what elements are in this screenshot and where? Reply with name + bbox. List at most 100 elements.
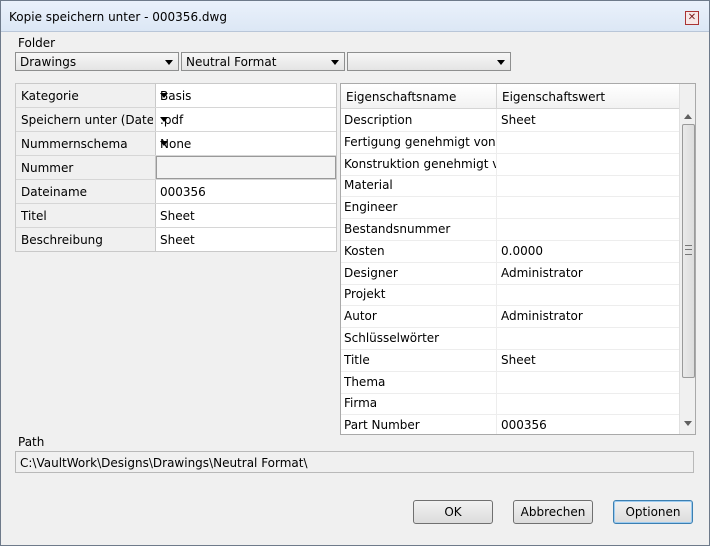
grid-row-kategorie: Kategorie Basis: [16, 84, 336, 108]
property-row[interactable]: Schlüsselwörter: [341, 327, 679, 350]
column-header-name[interactable]: Eigenschaftsname: [341, 84, 497, 108]
nummer-input: [156, 156, 336, 179]
property-value: Sheet: [501, 352, 536, 367]
cancel-button[interactable]: Abbrechen: [513, 500, 593, 524]
column-header-value-label[interactable]: Eigenschaftswert: [502, 90, 605, 104]
property-row[interactable]: Material: [341, 174, 679, 198]
property-value: 0.0000: [501, 243, 543, 258]
ok-button[interactable]: OK: [413, 500, 493, 524]
property-row[interactable]: Autor Administrator: [341, 305, 679, 329]
folder-combo-empty[interactable]: [347, 52, 511, 71]
property-name: Projekt: [344, 287, 386, 302]
property-list-header: Eigenschaftsname Eigenschaftswert: [341, 84, 679, 109]
property-name: Title: [344, 352, 370, 367]
property-value: 000356: [501, 418, 547, 433]
grip-icon: [685, 245, 692, 255]
property-name: Description: [344, 113, 413, 127]
property-name: Engineer: [344, 200, 398, 215]
column-divider: [496, 283, 497, 306]
grid-row-dateiname: Dateiname 000356: [16, 180, 336, 204]
property-list: Eigenschaftsname Eigenschaftswert Descri…: [340, 83, 696, 435]
column-divider: [496, 414, 497, 434]
path-label: Path: [18, 435, 45, 449]
property-name: Material: [344, 178, 393, 193]
scrollbar-thumb[interactable]: [682, 124, 695, 378]
grid-value: Sheet: [160, 233, 195, 247]
column-divider: [496, 239, 497, 262]
options-button[interactable]: Optionen: [613, 500, 693, 524]
grid-value: Sheet: [160, 209, 195, 223]
titel-input[interactable]: Sheet: [156, 204, 336, 227]
chevron-down-icon: [160, 93, 168, 98]
folder-combo-value: Neutral Format: [186, 55, 277, 69]
chevron-down-icon: [331, 60, 339, 65]
property-name: Firma: [344, 396, 378, 411]
nummernschema-select[interactable]: None: [156, 132, 336, 155]
property-name: Autor: [344, 309, 377, 324]
property-name: Fertigung genehmigt von: [344, 134, 496, 149]
save-copy-dialog: Kopie speichern unter - 000356.dwg ✕ Fol…: [0, 0, 710, 546]
scroll-down-icon[interactable]: [684, 421, 692, 426]
grid-key: Titel: [21, 209, 47, 223]
window-title: Kopie speichern unter - 000356.dwg: [9, 10, 227, 24]
path-field: C:\VaultWork\Designs\Drawings\Neutral Fo…: [15, 451, 694, 473]
grid-row-nummernschema: Nummernschema None: [16, 132, 336, 156]
column-divider: [496, 370, 497, 393]
chevron-down-icon: [160, 117, 168, 122]
property-row[interactable]: Kosten 0.0000: [341, 239, 679, 263]
grid-key: Nummernschema: [21, 137, 128, 151]
close-icon[interactable]: ✕: [685, 11, 699, 25]
property-row[interactable]: Title Sheet: [341, 348, 679, 372]
grid-row-beschreibung: Beschreibung Sheet: [16, 228, 336, 251]
property-row[interactable]: Thema: [341, 370, 679, 394]
property-name: Konstruktion genehmigt von: [344, 156, 496, 171]
property-name: Schlüsselwörter: [344, 331, 440, 345]
property-value: Administrator: [501, 309, 583, 324]
column-divider: [496, 174, 497, 197]
dateiname-input[interactable]: 000356: [156, 180, 336, 203]
grid-row-dateityp: Speichern unter (Dateityp) .pdf: [16, 108, 336, 132]
column-divider: [496, 305, 497, 328]
property-row[interactable]: Fertigung genehmigt von: [341, 130, 679, 154]
property-row[interactable]: Projekt: [341, 283, 679, 307]
column-divider: [496, 348, 497, 371]
beschreibung-input[interactable]: Sheet: [156, 228, 336, 251]
grid-row-nummer: Nummer: [16, 156, 336, 180]
property-row[interactable]: Konstruktion genehmigt von: [341, 152, 679, 176]
column-divider: [496, 109, 497, 131]
property-name: Thema: [344, 374, 386, 389]
grid-key: Beschreibung: [21, 233, 103, 247]
grid-key: Dateiname: [21, 185, 88, 199]
property-row[interactable]: Designer Administrator: [341, 261, 679, 285]
grid-key: Nummer: [21, 161, 74, 175]
column-divider: [496, 261, 497, 284]
folder-combo-subfolder[interactable]: Neutral Format: [181, 52, 345, 71]
grid-key: Speichern unter (Dateityp): [21, 113, 153, 127]
folder-combo-value: Drawings: [20, 55, 77, 69]
dateityp-select[interactable]: .pdf: [156, 108, 336, 131]
vertical-scrollbar[interactable]: [679, 84, 695, 434]
column-divider: [496, 196, 497, 219]
folder-label: Folder: [18, 36, 56, 50]
property-row[interactable]: Bestandsnummer: [341, 218, 679, 241]
title-bar[interactable]: Kopie speichern unter - 000356.dwg ✕: [1, 1, 709, 32]
file-properties-grid: Kategorie Basis Speichern unter (Dateity…: [15, 83, 337, 252]
property-name: Part Number: [344, 418, 420, 433]
grid-row-titel: Titel Sheet: [16, 204, 336, 228]
property-row[interactable]: Firma: [341, 392, 679, 416]
property-name: Kosten: [344, 243, 385, 258]
kategorie-select[interactable]: Basis: [156, 84, 336, 107]
property-row[interactable]: Engineer: [341, 196, 679, 220]
property-value: Administrator: [501, 265, 583, 280]
chevron-down-icon: [165, 60, 173, 65]
scroll-up-icon[interactable]: [684, 114, 692, 119]
property-name: Designer: [344, 265, 398, 280]
property-row[interactable]: Description Sheet: [341, 109, 679, 132]
column-divider: [496, 152, 497, 175]
column-divider: [496, 130, 497, 153]
property-name: Bestandsnummer: [344, 222, 451, 236]
folder-combo-drawings[interactable]: Drawings: [15, 52, 179, 71]
property-value: Sheet: [501, 113, 536, 127]
property-row[interactable]: Part Number 000356: [341, 414, 679, 434]
chevron-down-icon: [497, 60, 505, 65]
